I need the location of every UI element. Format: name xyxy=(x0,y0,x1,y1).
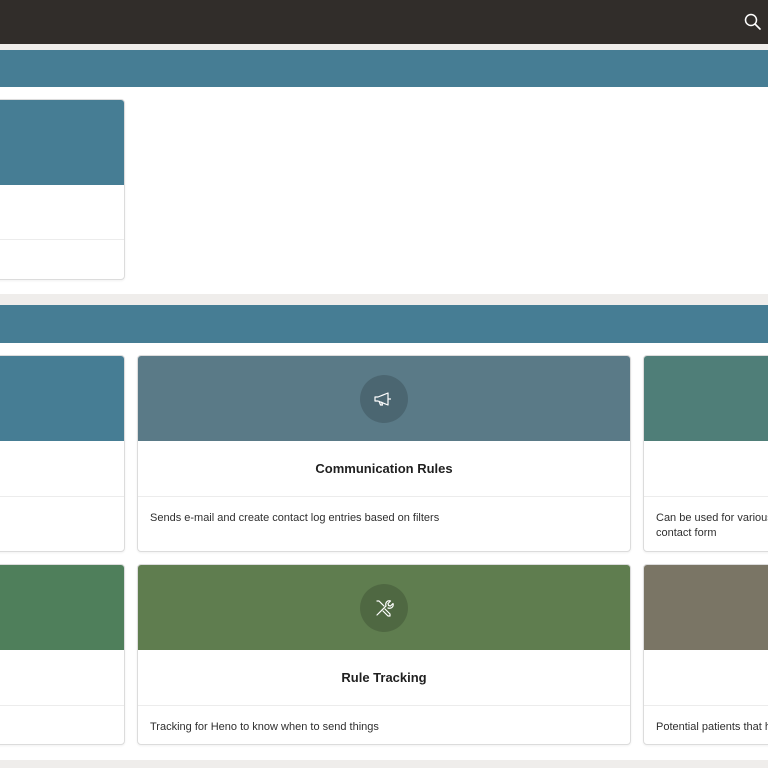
region-two-header xyxy=(0,305,768,343)
card-banner xyxy=(644,356,768,441)
card-row2-left[interactable] xyxy=(0,564,125,745)
card-icon-badge xyxy=(360,375,408,423)
region-two: Communication Rules Sends e-mail and cre… xyxy=(0,305,768,760)
card-icon-badge xyxy=(360,584,408,632)
card-description: Sends e-mail and create contact log entr… xyxy=(150,512,440,524)
card-row1-left[interactable] xyxy=(0,355,125,552)
card-banner xyxy=(644,565,768,650)
card-banner xyxy=(0,100,124,185)
card-communication-rules[interactable]: Communication Rules Sends e-mail and cre… xyxy=(137,355,631,552)
card-rule-tracking[interactable]: Rule Tracking Tracking for Heno to know … xyxy=(137,564,631,745)
card-title xyxy=(0,441,124,497)
card-row1-right[interactable]: Can be used for various contact form xyxy=(643,355,768,552)
card-title xyxy=(0,650,124,706)
search-icon[interactable] xyxy=(743,12,763,32)
card-banner xyxy=(0,565,124,650)
card-title xyxy=(0,185,124,240)
card-description: Tracking for Heno to know when to send t… xyxy=(150,721,379,733)
card-title: Rule Tracking xyxy=(138,650,630,706)
card-region-one-first[interactable] xyxy=(0,99,125,280)
card-description: Can be used for various contact form xyxy=(656,512,768,539)
card-title xyxy=(644,441,768,497)
card-description: Potential patients that h xyxy=(656,721,768,733)
card-title xyxy=(644,650,768,706)
card-banner xyxy=(0,356,124,441)
card-title: Communication Rules xyxy=(138,441,630,497)
card-banner xyxy=(138,565,630,650)
card-row2-right[interactable]: Potential patients that h xyxy=(643,564,768,745)
card-banner xyxy=(138,356,630,441)
top-navigation-bar xyxy=(0,0,768,44)
region-one xyxy=(0,50,768,294)
region-one-header xyxy=(0,50,768,87)
